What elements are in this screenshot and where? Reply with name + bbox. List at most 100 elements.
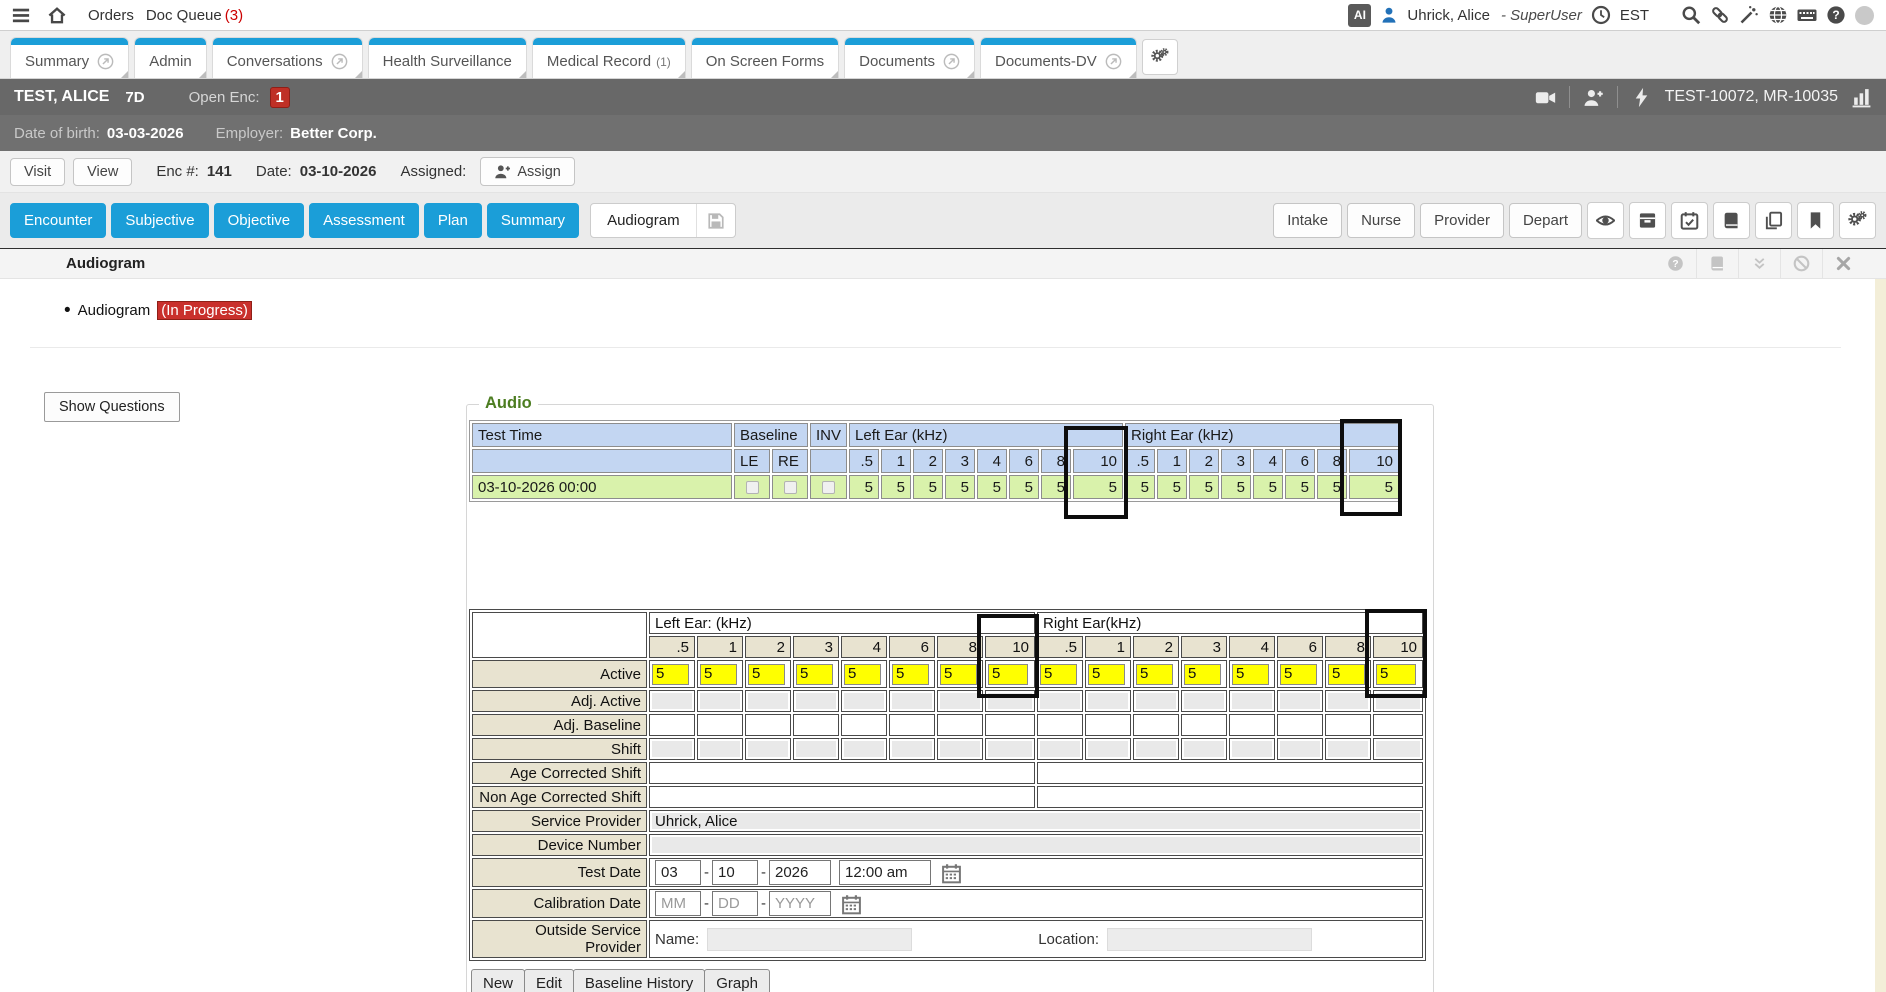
copy-icon[interactable] xyxy=(1755,202,1792,239)
test-date-day-input[interactable] xyxy=(712,860,758,885)
test-time-value[interactable]: 03-10-2026 00:00 xyxy=(472,475,732,499)
tab-conversations[interactable]: Conversations xyxy=(212,37,363,78)
active-input[interactable]: 5 xyxy=(700,664,737,685)
keyboard-icon[interactable] xyxy=(1797,5,1817,25)
popout-icon[interactable] xyxy=(97,53,114,70)
active-input[interactable]: 5 xyxy=(892,664,929,685)
active-input[interactable]: 5 xyxy=(748,664,785,685)
search-icon[interactable] xyxy=(1681,5,1701,25)
osp-name-input[interactable] xyxy=(707,928,912,951)
active-input[interactable]: 5 xyxy=(1376,664,1416,685)
view-button[interactable]: View xyxy=(73,158,132,186)
calibration-day-input[interactable] xyxy=(712,891,758,916)
tab-row: Summary Admin Conversations Health Surve… xyxy=(0,31,1886,79)
tab-admin[interactable]: Admin xyxy=(134,37,207,78)
tab-settings-gears-icon[interactable] xyxy=(1142,39,1178,75)
nav-encounter-button[interactable]: Encounter xyxy=(10,203,106,238)
active-input[interactable]: 5 xyxy=(796,664,833,685)
tab-documents-dv[interactable]: Documents-DV xyxy=(980,37,1137,78)
link-icon[interactable] xyxy=(1710,5,1730,25)
ban-icon[interactable] xyxy=(1780,249,1822,278)
bolt-icon[interactable] xyxy=(1631,87,1652,108)
popout-icon[interactable] xyxy=(1105,53,1122,70)
active-input[interactable]: 5 xyxy=(844,664,881,685)
visit-button[interactable]: Visit xyxy=(10,158,65,186)
baseline-le-checkbox[interactable] xyxy=(746,481,759,494)
active-input[interactable]: 5 xyxy=(988,664,1028,685)
home-icon[interactable] xyxy=(48,6,66,24)
menu-icon[interactable] xyxy=(12,6,30,24)
wand-icon[interactable] xyxy=(1739,5,1759,25)
calibration-year-input[interactable] xyxy=(769,891,831,916)
save-icon[interactable] xyxy=(696,204,735,237)
le-header: LE xyxy=(734,449,770,473)
help-circle-icon[interactable]: ? xyxy=(1654,249,1696,278)
active-input[interactable]: 5 xyxy=(1280,664,1317,685)
osp-location-input[interactable] xyxy=(1107,928,1312,951)
video-icon[interactable] xyxy=(1535,87,1556,108)
active-input[interactable]: 5 xyxy=(1232,664,1269,685)
test-time-input[interactable] xyxy=(839,860,931,885)
new-button[interactable]: New xyxy=(471,969,525,992)
stage-intake-button[interactable]: Intake xyxy=(1273,203,1342,238)
stage-provider-button[interactable]: Provider xyxy=(1420,203,1504,238)
osp-name-label: Name: xyxy=(655,931,699,948)
bookmark-icon[interactable] xyxy=(1797,202,1834,239)
baseline-re-checkbox[interactable] xyxy=(784,481,797,494)
edit-button[interactable]: Edit xyxy=(524,969,574,992)
open-enc-badge[interactable]: 1 xyxy=(270,87,290,108)
journal-icon[interactable] xyxy=(1696,249,1738,278)
gears-icon[interactable] xyxy=(1839,202,1876,239)
stage-depart-button[interactable]: Depart xyxy=(1509,203,1582,238)
person-add-icon[interactable] xyxy=(1583,87,1604,108)
status-item-label[interactable]: Audiogram xyxy=(78,302,151,319)
inv-checkbox[interactable] xyxy=(822,481,835,494)
calendar-icon[interactable] xyxy=(841,894,862,915)
tab-medical-record[interactable]: Medical Record (1) xyxy=(532,37,686,78)
calendar-icon[interactable] xyxy=(941,863,962,884)
help-icon[interactable]: ? xyxy=(1826,5,1846,25)
nav-assessment-button[interactable]: Assessment xyxy=(309,203,419,238)
current-section-label[interactable]: Audiogram xyxy=(591,204,696,237)
baseline-history-button[interactable]: Baseline History xyxy=(573,969,705,992)
book-icon[interactable] xyxy=(1713,202,1750,239)
chart-icon[interactable] xyxy=(1851,87,1872,108)
popout-icon[interactable] xyxy=(331,53,348,70)
tab-health-surveillance[interactable]: Health Surveillance xyxy=(368,37,527,78)
tab-summary[interactable]: Summary xyxy=(10,37,129,78)
show-questions-button[interactable]: Show Questions xyxy=(44,392,180,422)
globe-icon[interactable] xyxy=(1768,5,1788,25)
audiogram-summary-table: Test Time Baseline INV Left Ear (kHz) Ri… xyxy=(469,420,1402,502)
eye-icon[interactable] xyxy=(1587,202,1624,239)
nav-subjective-button[interactable]: Subjective xyxy=(111,203,208,238)
active-input[interactable]: 5 xyxy=(1088,664,1125,685)
test-date-year-input[interactable] xyxy=(769,860,831,885)
active-input[interactable]: 5 xyxy=(652,664,689,685)
collapse-icon[interactable] xyxy=(1738,249,1780,278)
active-input[interactable]: 5 xyxy=(1040,664,1077,685)
active-input[interactable]: 5 xyxy=(1184,664,1221,685)
calibration-month-input[interactable] xyxy=(655,891,701,916)
nav-plan-button[interactable]: Plan xyxy=(424,203,482,238)
active-input[interactable]: 5 xyxy=(1328,664,1365,685)
stage-nurse-button[interactable]: Nurse xyxy=(1347,203,1415,238)
close-icon[interactable] xyxy=(1822,249,1864,278)
active-input[interactable]: 5 xyxy=(940,664,977,685)
orders-link[interactable]: Orders xyxy=(88,7,134,24)
user-name[interactable]: Uhrick, Alice xyxy=(1407,7,1490,24)
nav-summary-button[interactable]: Summary xyxy=(487,203,579,238)
ai-badge[interactable]: AI xyxy=(1348,4,1371,27)
tab-on-screen-forms[interactable]: On Screen Forms xyxy=(691,37,839,78)
archive-icon[interactable] xyxy=(1629,202,1666,239)
tab-documents[interactable]: Documents xyxy=(844,37,975,78)
freq-header: .5 xyxy=(1037,636,1083,658)
test-date-month-input[interactable] xyxy=(655,860,701,885)
popout-icon[interactable] xyxy=(943,53,960,70)
calendar-check-icon[interactable] xyxy=(1671,202,1708,239)
active-input[interactable]: 5 xyxy=(1136,664,1173,685)
doc-queue-link[interactable]: Doc Queue(3) xyxy=(146,7,243,24)
nav-objective-button[interactable]: Objective xyxy=(214,203,305,238)
graph-button[interactable]: Graph xyxy=(704,969,770,992)
assign-button[interactable]: Assign xyxy=(480,157,575,186)
service-provider-value: Uhrick, Alice xyxy=(649,810,1423,832)
